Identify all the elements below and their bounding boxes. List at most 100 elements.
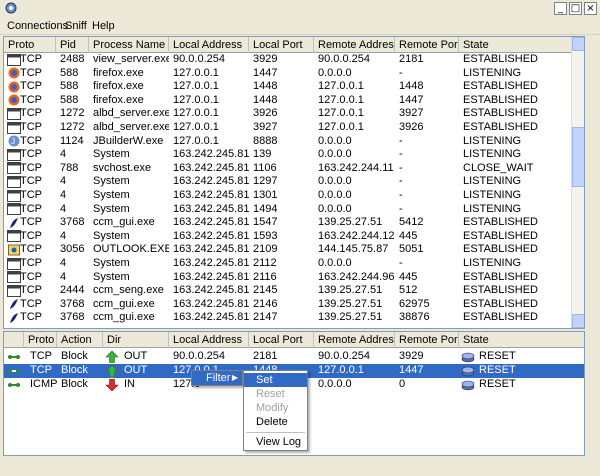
local-address-cell: 163.242.245.81 bbox=[173, 257, 249, 269]
menu-view-log[interactable]: View Log bbox=[244, 435, 307, 449]
connection-row[interactable]: J TCP 1124 JBuilderW.exe 127.0.0.1 8888 0.0.0.… bbox=[4, 135, 584, 149]
local-port-cell: 1547 bbox=[253, 216, 278, 229]
connection-row[interactable]: TCP 2444 ccm_seng.exe 163.242.245.81 2145 139… bbox=[4, 284, 584, 298]
col-proto[interactable]: Proto bbox=[4, 37, 56, 53]
col-remote-port[interactable]: Remote Port bbox=[395, 332, 459, 348]
local-port-cell: 2147 bbox=[253, 311, 278, 324]
connection-row[interactable]: TCP 4 System 163.242.245.81 1301 0.0.0.0 - LIST… bbox=[4, 189, 584, 203]
connection-row[interactable]: TCP 4 System 163.242.245.81 1297 0.0.0.0 - LIST… bbox=[4, 175, 584, 189]
remote-port-cell: 512 bbox=[399, 284, 418, 297]
state-cell: LISTENING bbox=[463, 202, 522, 215]
col-icon[interactable] bbox=[4, 332, 24, 348]
menu-set[interactable]: Set bbox=[244, 373, 307, 387]
process-name-cell: System bbox=[93, 257, 130, 269]
connection-row[interactable]: TCP 3056 OUTLOOK.EXE 163.242.245.81 2109 144.… bbox=[4, 243, 584, 257]
connection-row[interactable]: TCP 4 System 163.242.245.81 139 0.0.0.0 - LISTE… bbox=[4, 148, 584, 162]
local-port-cell: 1447 bbox=[253, 66, 278, 79]
pid-cell: 1272 bbox=[60, 107, 85, 120]
col-state[interactable]: State bbox=[459, 37, 573, 53]
col-state[interactable]: State bbox=[459, 332, 584, 348]
col-dir[interactable]: Dir bbox=[103, 332, 169, 348]
state-cell: ESTABLISHED bbox=[463, 270, 538, 283]
col-local-port[interactable]: Local Port bbox=[249, 37, 314, 53]
app-icon bbox=[5, 2, 17, 14]
process-name-cell: System bbox=[93, 202, 130, 215]
local-port-cell: 1448 bbox=[253, 93, 278, 106]
state-cell: ESTABLISHED bbox=[463, 80, 538, 93]
maximize-button[interactable]: □ bbox=[569, 2, 582, 15]
remote-address-cell: 90.0.0.254 bbox=[318, 350, 370, 362]
col-process-name[interactable]: Process Name bbox=[89, 37, 169, 53]
remote-address-cell: 139.25.27.51 bbox=[318, 297, 383, 310]
col-remote-port[interactable]: Remote Port bbox=[395, 37, 459, 53]
filter-menu-item[interactable]: Filter ▶ bbox=[192, 371, 242, 385]
connection-row[interactable]: TCP 788 svchost.exe 163.242.245.81 1106 163.2… bbox=[4, 162, 584, 176]
connection-row[interactable]: TCP 4 System 163.242.245.81 1593 163.242.244.… bbox=[4, 230, 584, 244]
proto-cell: TCP bbox=[20, 311, 42, 324]
remote-address-cell: 90.0.0.254 bbox=[318, 53, 370, 65]
col-remote-address[interactable]: Remote Address bbox=[314, 37, 395, 53]
remote-address-cell: 0.0.0.0 bbox=[318, 189, 352, 201]
connection-row[interactable]: TCP 588 firefox.exe 127.0.0.1 1448 127.0.0.1 1… bbox=[4, 94, 584, 108]
proto-cell: TCP bbox=[20, 216, 42, 229]
state-cell: LISTENING bbox=[463, 148, 522, 161]
connection-row[interactable]: TCP 3768 ccm_gui.exe 163.242.245.81 2147 139.… bbox=[4, 311, 584, 325]
state-cell: LISTENING bbox=[463, 257, 522, 269]
connection-row[interactable]: TCP 1272 albd_server.exe 127.0.0.1 3927 127.0… bbox=[4, 121, 584, 135]
process-name-cell: albd_server.exe bbox=[93, 107, 169, 120]
proto-cell: TCP bbox=[20, 175, 42, 188]
local-address-cell: 163.242.245.81 bbox=[173, 175, 249, 188]
proto-cell: TCP bbox=[20, 80, 42, 93]
local-port-cell: 3927 bbox=[253, 121, 278, 133]
menu-bar: Connections Sniff Help bbox=[0, 18, 600, 35]
menu-modify[interactable]: Modify bbox=[244, 401, 307, 415]
connection-row[interactable]: TCP 4 System 163.242.245.81 1494 0.0.0.0 - LIST… bbox=[4, 203, 584, 217]
col-pid[interactable]: Pid bbox=[56, 37, 89, 53]
remote-address-cell: 127.0.0.1 bbox=[318, 80, 364, 93]
process-name-cell: System bbox=[93, 229, 130, 242]
close-button[interactable]: × bbox=[584, 2, 597, 15]
process-name-cell: ccm_seng.exe bbox=[93, 284, 164, 297]
proto-cell: TCP bbox=[20, 161, 42, 174]
pid-cell: 588 bbox=[60, 80, 79, 93]
menu-reset[interactable]: Reset bbox=[244, 387, 307, 401]
connection-row[interactable]: TCP 4 System 163.242.245.81 2116 163.242.244.… bbox=[4, 271, 584, 285]
connection-row[interactable]: TCP 3768 ccm_gui.exe 163.242.245.81 1547 139.… bbox=[4, 216, 584, 230]
scroll-up-button[interactable] bbox=[572, 37, 584, 51]
col-remote-address[interactable]: Remote Address bbox=[314, 332, 395, 348]
remote-address-cell: 144.145.75.87 bbox=[318, 243, 389, 256]
remote-address-cell: 163.242.244.96 bbox=[318, 270, 395, 283]
connection-row[interactable]: TCP 1272 albd_server.exe 127.0.0.1 3926 127.0… bbox=[4, 107, 584, 121]
col-action[interactable]: Action bbox=[57, 332, 103, 348]
col-local-address[interactable]: Local Address bbox=[169, 332, 249, 348]
remote-port-cell: 2181 bbox=[399, 53, 424, 65]
down-arrow-icon bbox=[105, 378, 119, 394]
connection-row[interactable]: TCP 588 firefox.exe 127.0.0.1 1448 127.0.0.1 1… bbox=[4, 80, 584, 94]
scroll-thumb[interactable] bbox=[572, 127, 584, 187]
menu-separator bbox=[246, 432, 305, 433]
scroll-down-button[interactable] bbox=[572, 314, 584, 328]
pid-cell: 4 bbox=[60, 175, 67, 188]
remote-address-cell: 0.0.0.0 bbox=[318, 257, 352, 269]
connection-row[interactable]: TCP 3768 ccm_gui.exe 163.242.245.81 2146 139.… bbox=[4, 298, 584, 312]
remote-address-cell: 127.0.0.1 bbox=[318, 364, 364, 376]
remote-address-cell: 0.0.0.0 bbox=[318, 134, 352, 147]
menu-help[interactable]: Help bbox=[92, 20, 115, 32]
connection-row[interactable]: TCP 588 firefox.exe 127.0.0.1 1447 0.0.0.0 - LI… bbox=[4, 67, 584, 81]
connection-row[interactable]: TCP 4 System 163.242.245.81 2112 0.0.0.0 - LIST… bbox=[4, 257, 584, 271]
col-proto[interactable]: Proto bbox=[24, 332, 57, 348]
process-name-cell: svchost.exe bbox=[93, 161, 152, 174]
menu-sniff[interactable]: Sniff bbox=[65, 20, 87, 32]
col-local-port[interactable]: Local Port bbox=[249, 332, 314, 348]
state-cell: ESTABLISHED bbox=[463, 229, 538, 242]
col-local-address[interactable]: Local Address bbox=[169, 37, 249, 53]
minimize-button[interactable]: _ bbox=[554, 2, 567, 15]
connections-scrollbar[interactable] bbox=[571, 37, 584, 328]
local-port-cell: 1593 bbox=[253, 229, 278, 242]
menu-connections[interactable]: Connections bbox=[7, 20, 68, 32]
connection-row[interactable]: TCP 2488 view_server.exe 90.0.0.254 3929 90.0… bbox=[4, 53, 584, 67]
remote-address-cell: 139.25.27.51 bbox=[318, 311, 383, 324]
proto-cell: TCP bbox=[20, 243, 42, 256]
sniff-row[interactable]: TCP Block OUT 90.0.0.254 2181 90.0.0.254 3929 R… bbox=[4, 350, 584, 364]
menu-delete[interactable]: Delete bbox=[244, 415, 307, 429]
